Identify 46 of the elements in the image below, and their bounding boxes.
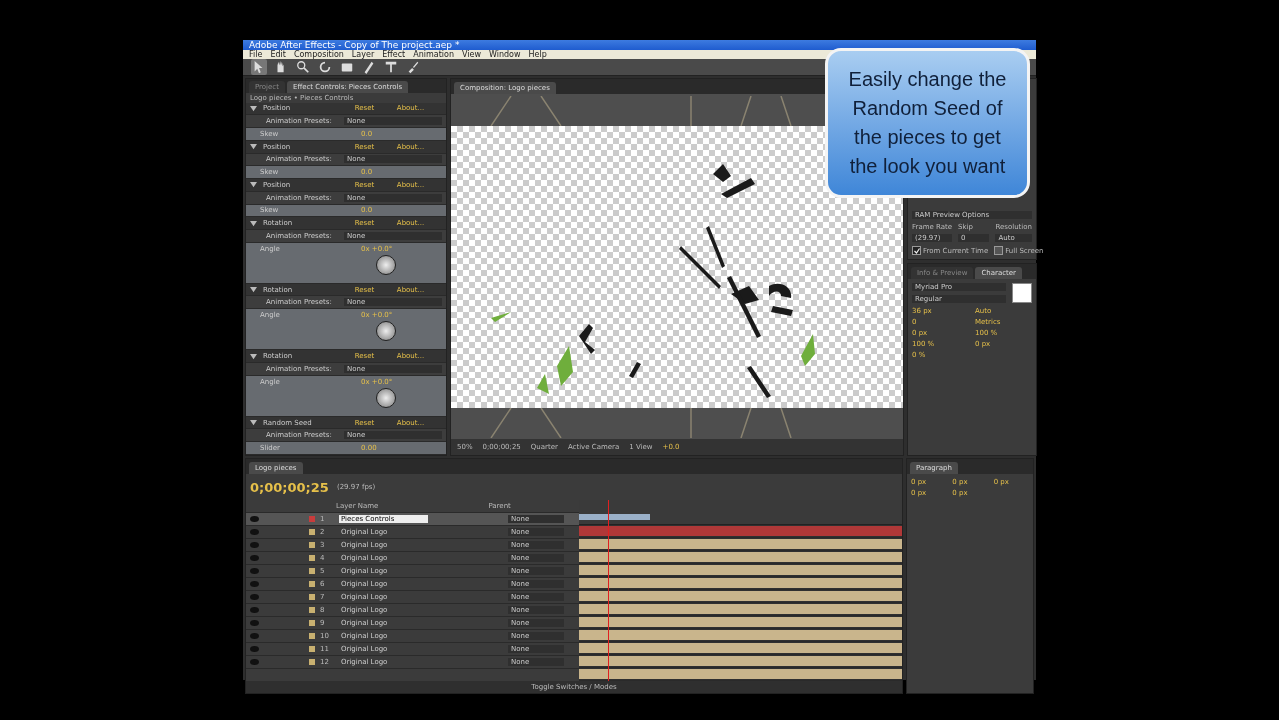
- timecode: 0;00;00;25: [250, 479, 329, 495]
- angle-dial[interactable]: [376, 387, 396, 408]
- tool-button[interactable]: [317, 59, 333, 75]
- disclosure-triangle-icon[interactable]: [250, 143, 257, 151]
- callout-text: Easily change the Random Seed of the pieces to get the look you want: [847, 67, 1008, 179]
- disclosure-triangle-icon[interactable]: [250, 286, 257, 294]
- rotate-icon: [318, 60, 332, 74]
- label-color-square[interactable]: [309, 659, 315, 665]
- label-color-square[interactable]: [309, 555, 315, 561]
- menu-item[interactable]: Effect: [382, 50, 406, 59]
- work-area-bar[interactable]: [579, 514, 651, 520]
- menu-item[interactable]: Layer: [351, 50, 375, 59]
- menu-item[interactable]: Composition: [293, 50, 344, 59]
- label-color-square[interactable]: [309, 607, 315, 613]
- label-color-square[interactable]: [309, 529, 315, 535]
- menu-item[interactable]: Animation: [413, 50, 454, 59]
- menu-item[interactable]: Window: [489, 50, 521, 59]
- label-color-square[interactable]: [309, 594, 315, 600]
- label-color-square[interactable]: [309, 516, 315, 522]
- tool-button[interactable]: [295, 59, 311, 75]
- disclosure-triangle-icon[interactable]: [250, 419, 257, 427]
- label-color-square[interactable]: [309, 581, 315, 587]
- disclosure-triangle-icon[interactable]: [250, 219, 257, 227]
- tool-button[interactable]: [251, 59, 267, 75]
- tool-button[interactable]: [383, 59, 399, 75]
- angle-dial[interactable]: [376, 321, 396, 342]
- search-icon: [296, 60, 310, 74]
- disclosure-triangle-icon[interactable]: [250, 104, 257, 112]
- disclosure-triangle-icon[interactable]: [250, 352, 257, 360]
- label-color-square[interactable]: [309, 633, 315, 639]
- disclosure-triangle-icon[interactable]: [250, 181, 257, 189]
- menu-item[interactable]: Help: [528, 50, 547, 59]
- label-color-square[interactable]: [309, 620, 315, 626]
- window-title: Adobe After Effects - Copy of The project.aep *: [249, 40, 460, 50]
- label-color-square[interactable]: [309, 542, 315, 548]
- label-color-square[interactable]: [309, 646, 315, 652]
- menu-item[interactable]: File: [249, 50, 263, 59]
- label-color-square[interactable]: [309, 568, 315, 574]
- checkbox[interactable]: [912, 246, 921, 255]
- angle-dial[interactable]: [376, 254, 396, 275]
- menu-item[interactable]: View: [462, 50, 481, 59]
- checkbox[interactable]: [994, 246, 1004, 255]
- brush-icon: [406, 60, 420, 74]
- fill-color-swatch[interactable]: [1012, 283, 1032, 303]
- text-icon: [384, 60, 398, 74]
- menu-item[interactable]: Edit: [270, 50, 286, 59]
